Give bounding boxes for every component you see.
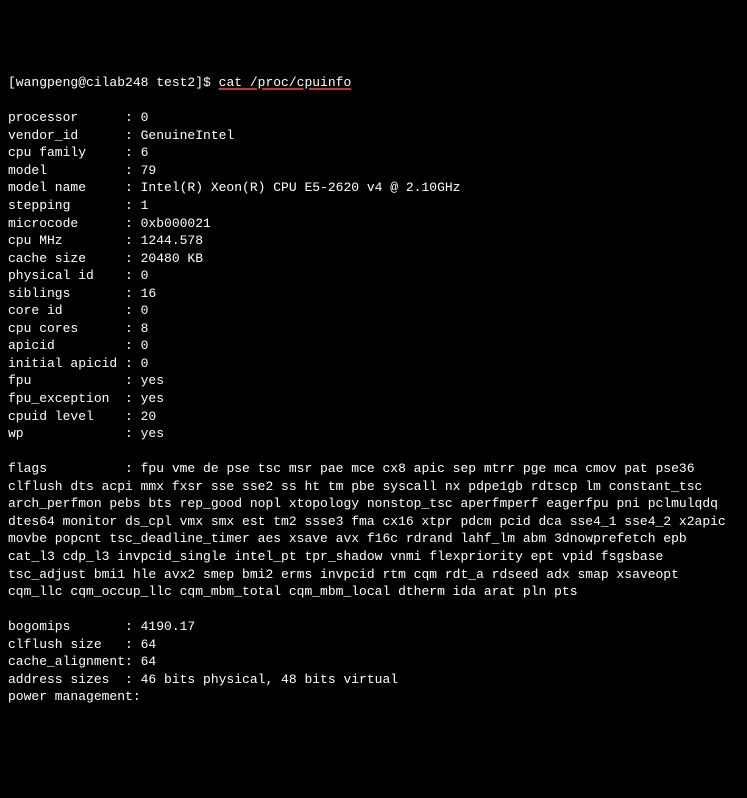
cpuinfo-line: cache size : 20480 KB (8, 250, 739, 268)
cpuinfo-line: cpu MHz : 1244.578 (8, 232, 739, 250)
cpuinfo-output-top: processor : 0vendor_id : GenuineIntelcpu… (8, 109, 739, 442)
cpuinfo-line: core id : 0 (8, 302, 739, 320)
cpuinfo-line: clflush size : 64 (8, 636, 739, 654)
cpuinfo-line: apicid : 0 (8, 337, 739, 355)
cpuinfo-line: stepping : 1 (8, 197, 739, 215)
cpuinfo-line: microcode : 0xb000021 (8, 215, 739, 233)
cpuinfo-line: cache_alignment: 64 (8, 653, 739, 671)
cpuinfo-line: fpu_exception : yes (8, 390, 739, 408)
flags-key: flags (8, 460, 125, 478)
cpuinfo-line: model : 79 (8, 162, 739, 180)
cpuinfo-line: processor : 0 (8, 109, 739, 127)
cpuinfo-line: cpu family : 6 (8, 144, 739, 162)
cpuinfo-line: physical id : 0 (8, 267, 739, 285)
cpuinfo-line: fpu : yes (8, 372, 739, 390)
shell-prompt: [wangpeng@cilab248 test2]$ (8, 75, 219, 90)
cpuinfo-line: address sizes : 46 bits physical, 48 bit… (8, 671, 739, 689)
cpuinfo-line: cpu cores : 8 (8, 320, 739, 338)
typed-command: cat /proc/cpuinfo (219, 75, 352, 90)
cpuinfo-flags-block: flags: fpu vme de pse tsc msr pae mce cx… (8, 460, 739, 600)
cpuinfo-line: model name : Intel(R) Xeon(R) CPU E5-262… (8, 179, 739, 197)
cpuinfo-line: power management: (8, 688, 739, 706)
terminal-prompt-line: [wangpeng@cilab248 test2]$ cat /proc/cpu… (8, 74, 739, 92)
cpuinfo-line: cpuid level : 20 (8, 408, 739, 426)
cpuinfo-line: vendor_id : GenuineIntel (8, 127, 739, 145)
cpuinfo-line: bogomips : 4190.17 (8, 618, 739, 636)
cpuinfo-line: siblings : 16 (8, 285, 739, 303)
flags-value: fpu vme de pse tsc msr pae mce cx8 apic … (8, 461, 734, 599)
cpuinfo-line: wp : yes (8, 425, 739, 443)
cpuinfo-line: initial apicid : 0 (8, 355, 739, 373)
cpuinfo-output-tail: bogomips : 4190.17clflush size : 64cache… (8, 618, 739, 706)
